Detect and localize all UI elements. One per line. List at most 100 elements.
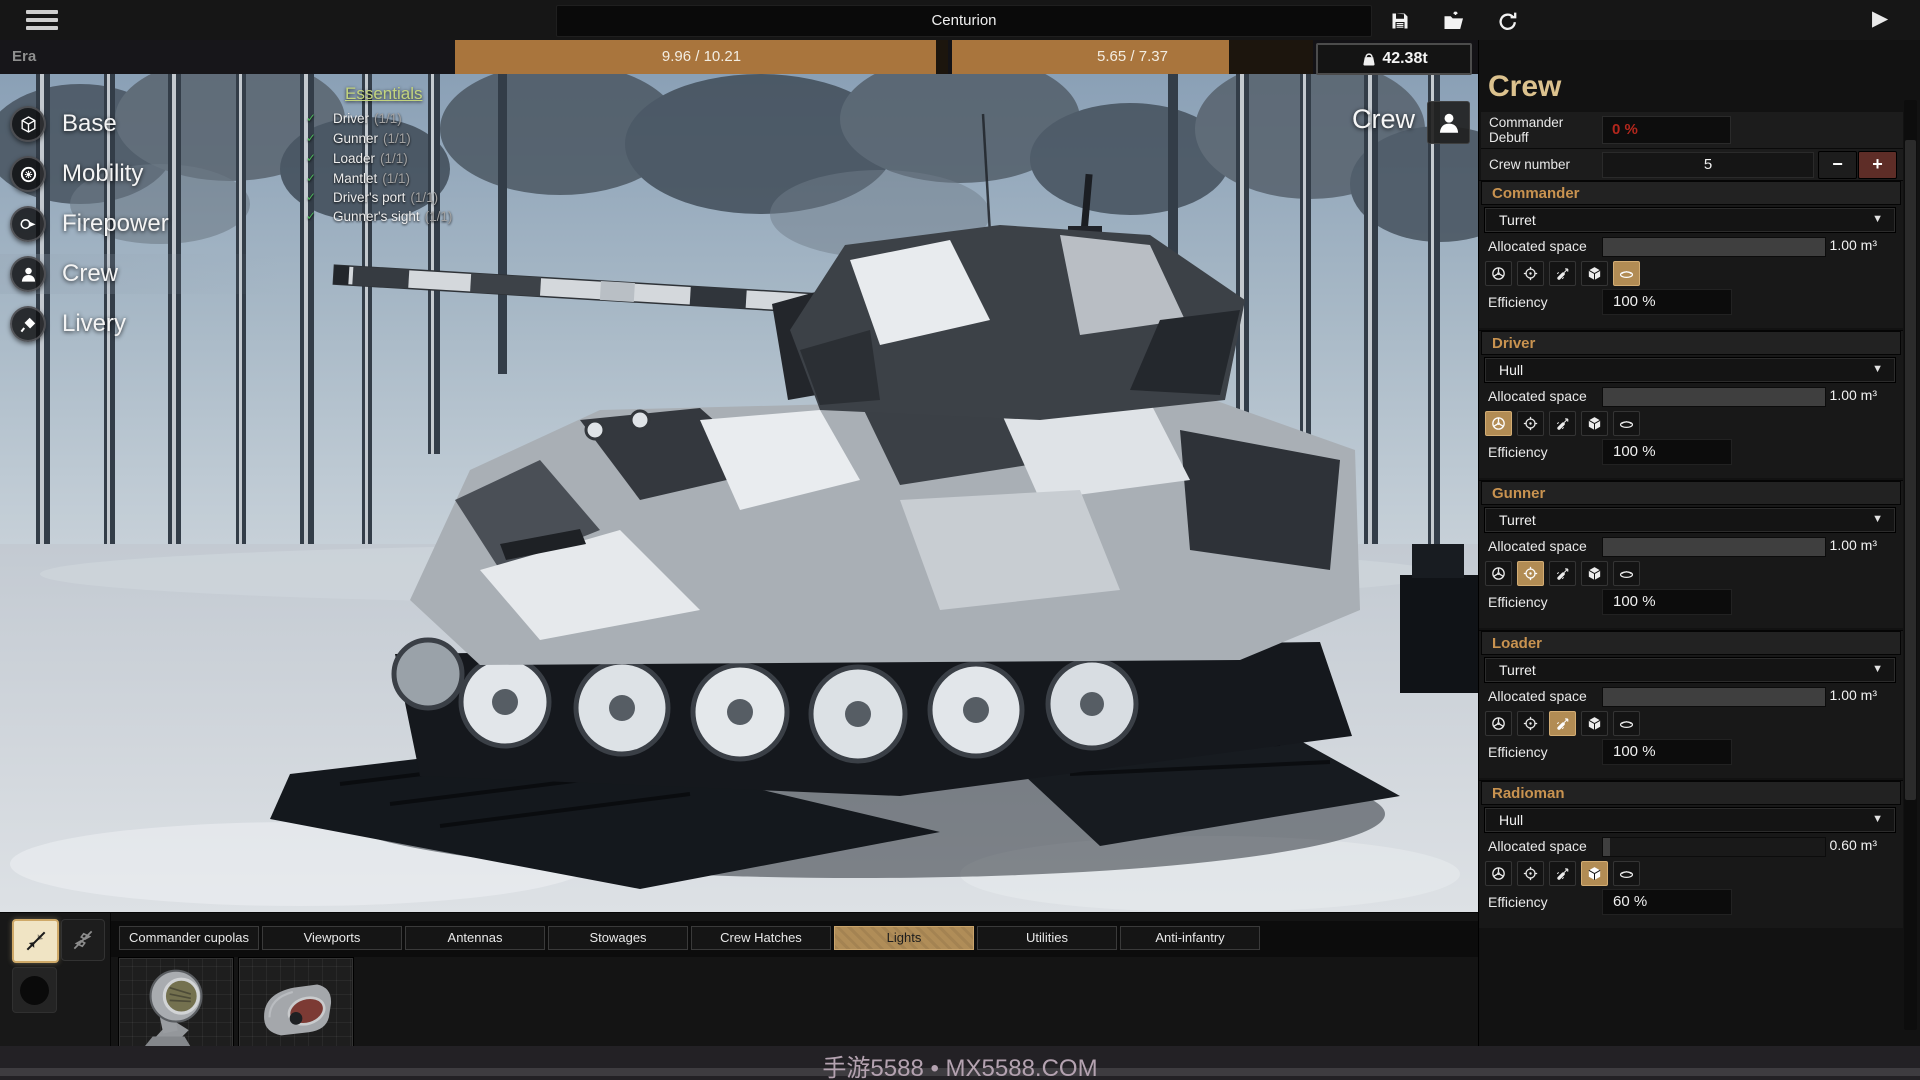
crew-section-radioman: Radioman Hull ▼ Allocated space 0.60 m³ … xyxy=(1479,780,1903,928)
beret-icon[interactable] xyxy=(1613,711,1640,736)
menu-icon[interactable] xyxy=(26,10,58,30)
essentials-item-name: Driver xyxy=(333,111,369,126)
save-icon[interactable] xyxy=(1388,9,1412,33)
shell-gun-icon xyxy=(10,206,46,242)
tab-crew-hatches[interactable]: Crew Hatches xyxy=(691,926,831,950)
tab-lights[interactable]: Lights xyxy=(834,926,974,950)
steering-wheel-icon[interactable] xyxy=(1485,561,1512,586)
vehicle-3d-viewport[interactable] xyxy=(0,74,1478,912)
location-dropdown[interactable]: Turret ▼ xyxy=(1484,657,1896,683)
essentials-item: ✓ Mantlet (1/1) xyxy=(300,171,600,191)
cube-icon[interactable] xyxy=(1581,411,1608,436)
crosshair-icon[interactable] xyxy=(1517,261,1544,286)
role-buttons xyxy=(1485,561,1640,586)
crosshair-icon[interactable] xyxy=(1517,711,1544,736)
allocated-space-label: Allocated space xyxy=(1488,238,1587,254)
sidebar-item-firepower[interactable]: Firepower xyxy=(0,204,280,244)
location-value: Hull xyxy=(1499,812,1524,828)
location-dropdown[interactable]: Hull ▼ xyxy=(1484,807,1896,833)
debuff-label-line1: Commander xyxy=(1489,115,1564,130)
beret-icon[interactable] xyxy=(1613,411,1640,436)
chevron-down-icon: ▼ xyxy=(1872,213,1883,225)
efficiency-value: 100 % xyxy=(1602,289,1732,315)
play-button[interactable]: ▶ xyxy=(1872,6,1888,31)
sidebar-item-livery[interactable]: Livery xyxy=(0,304,280,344)
crosshair-icon[interactable] xyxy=(1517,861,1544,886)
check-icon: ✓ xyxy=(306,151,317,165)
role-buttons xyxy=(1485,711,1640,736)
crew-number-value[interactable]: 5 xyxy=(1602,152,1814,178)
shell-icon[interactable] xyxy=(1549,861,1576,886)
mirror-axis-button[interactable] xyxy=(61,919,105,961)
essentials-item-count: (1/1) xyxy=(383,131,411,146)
steering-wheel-icon[interactable] xyxy=(1485,411,1512,436)
efficiency-label: Efficiency xyxy=(1488,444,1548,460)
location-dropdown[interactable]: Hull ▼ xyxy=(1484,357,1896,383)
watermark-text: 手游5588 • MX5588.COM xyxy=(822,1055,1098,1080)
tab-anti-infantry[interactable]: Anti-infantry xyxy=(1120,926,1260,950)
sidebar-item-base[interactable]: Base xyxy=(0,104,280,144)
era-label: Era xyxy=(12,48,37,65)
vehicle-name-input[interactable]: Centurion xyxy=(556,5,1372,37)
crosshair-icon[interactable] xyxy=(1517,411,1544,436)
tab-utilities[interactable]: Utilities xyxy=(977,926,1117,950)
debuff-label-line2: Debuff xyxy=(1489,130,1529,145)
essentials-item: ✓ Loader (1/1) xyxy=(300,151,600,171)
role-buttons xyxy=(1485,861,1640,886)
location-value: Turret xyxy=(1499,662,1536,678)
efficiency-value: 100 % xyxy=(1602,439,1732,465)
shell-icon[interactable] xyxy=(1549,561,1576,586)
cube-icon[interactable] xyxy=(1581,261,1608,286)
crew-mode-button[interactable] xyxy=(1427,101,1470,144)
refresh-icon[interactable] xyxy=(1496,9,1520,33)
location-value: Hull xyxy=(1499,362,1524,378)
mirror-toggle-button[interactable] xyxy=(12,919,59,963)
color-swatch-button[interactable] xyxy=(12,967,57,1013)
cube-icon[interactable] xyxy=(1581,561,1608,586)
crew-number-increase-button[interactable]: + xyxy=(1858,151,1897,179)
beret-icon[interactable] xyxy=(1613,861,1640,886)
beret-icon[interactable] xyxy=(1613,261,1640,286)
crew-number-decrease-button[interactable]: − xyxy=(1818,151,1857,179)
winter-scene-art xyxy=(0,74,1478,912)
sidebar-item-crew[interactable]: Crew xyxy=(0,254,280,294)
capacity-bar: 9.96 / 10.21 xyxy=(455,40,948,74)
essentials-item-count: (1/1) xyxy=(424,209,453,224)
top-bar: Centurion ▶ xyxy=(0,0,1920,41)
shell-icon[interactable] xyxy=(1549,261,1576,286)
sidebar-item-label: Mobility xyxy=(62,160,144,187)
sidebar-item-mobility[interactable]: Mobility xyxy=(0,154,280,194)
tab-commander-cupolas[interactable]: Commander cupolas xyxy=(119,926,259,950)
essentials-item: ✓ Gunner's sight (1/1) xyxy=(300,209,600,229)
steering-wheel-icon[interactable] xyxy=(1485,711,1512,736)
shell-icon[interactable] xyxy=(1549,711,1576,736)
location-dropdown[interactable]: Turret ▼ xyxy=(1484,207,1896,233)
location-dropdown[interactable]: Turret ▼ xyxy=(1484,507,1896,533)
cube-icon[interactable] xyxy=(1581,861,1608,886)
role-buttons xyxy=(1485,261,1640,286)
efficiency-label: Efficiency xyxy=(1488,594,1548,610)
sidebar-item-label: Livery xyxy=(62,310,127,337)
tab-stowages[interactable]: Stowages xyxy=(548,926,688,950)
section-header: Radioman xyxy=(1481,781,1901,805)
efficiency-value: 60 % xyxy=(1602,889,1732,915)
check-icon: ✓ xyxy=(306,131,317,145)
secondary-capacity-bar: 5.65 / 7.37 xyxy=(952,40,1313,74)
essentials-title: Essentials xyxy=(345,84,423,103)
allocated-space-value: 1.00 m³ xyxy=(1829,537,1877,553)
allocated-space-label: Allocated space xyxy=(1488,838,1587,854)
check-icon: ✓ xyxy=(306,111,317,125)
beret-icon[interactable] xyxy=(1613,561,1640,586)
tab-antennas[interactable]: Antennas xyxy=(405,926,545,950)
steering-wheel-icon[interactable] xyxy=(1485,861,1512,886)
crosshair-icon[interactable] xyxy=(1517,561,1544,586)
tab-viewports[interactable]: Viewports xyxy=(262,926,402,950)
shell-icon[interactable] xyxy=(1549,411,1576,436)
cube-icon[interactable] xyxy=(1581,711,1608,736)
crew-panel-scrollbar[interactable] xyxy=(1904,100,1917,1030)
chevron-down-icon: ▼ xyxy=(1872,513,1883,525)
person-icon xyxy=(10,256,46,292)
steering-wheel-icon[interactable] xyxy=(1485,261,1512,286)
folder-open-icon[interactable] xyxy=(1442,9,1466,33)
scrollbar-thumb[interactable] xyxy=(1905,140,1916,800)
